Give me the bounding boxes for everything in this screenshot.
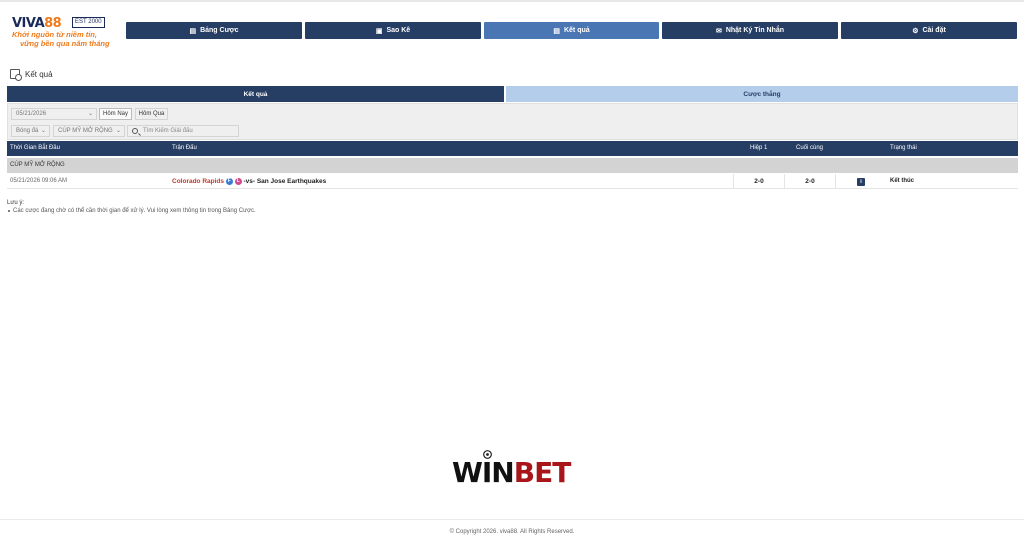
- header-match: Trận Đấu: [172, 145, 197, 151]
- gear-icon: ⚙: [912, 27, 919, 35]
- chevron-down-icon: ⌄: [115, 128, 121, 134]
- half1-score: 2-0: [754, 178, 764, 185]
- brand-logo[interactable]: VIVA88 EST 2000 Khởi nguồn từ niềm tin, …: [12, 16, 110, 56]
- footer-copyright: © Copyright 2026. viva88. All Rights Res…: [449, 529, 575, 535]
- chevron-down-icon: ⌄: [87, 111, 93, 117]
- away-team: San Jose Earthquakes: [256, 178, 327, 185]
- home-team: Colorado Rapids: [172, 178, 225, 185]
- match-status: Kết thúc: [890, 178, 914, 184]
- table-header: Thời Gian Bắt Đầu Trận Đấu Hiệp 1 Cuối c…: [7, 141, 1018, 156]
- nav-messages[interactable]: ✉ Nhật Ký Tin Nhắn: [662, 22, 838, 39]
- column-divider: [835, 174, 836, 189]
- header-status: Trạng thái: [890, 145, 917, 151]
- statement-icon: ▣: [375, 27, 383, 35]
- header-start-time: Thời Gian Bắt Đầu: [10, 145, 60, 151]
- sport-select[interactable]: Bóng đá ⌄: [11, 125, 50, 137]
- header-half1: Hiệp 1: [750, 145, 768, 151]
- filter-bar: 05/21/2026 ⌄ Hôm Nay Hôm Qua Bóng đá ⌄ C…: [7, 103, 1018, 140]
- table-row: 05/21/2026 09:06 AM Colorado Rapids F L …: [7, 174, 1018, 189]
- tab-bar: Kết quả Cược thắng: [7, 86, 1018, 102]
- match-start-time: 05/21/2026 09:06 AM: [10, 178, 68, 184]
- sponsor-logo: WINBET: [452, 450, 572, 490]
- live-badge-icon: F: [225, 177, 233, 185]
- logo-slogan-line2: vững bền qua năm tháng: [20, 39, 110, 48]
- league-search-input[interactable]: Tìm Kiếm Giải đấu: [127, 125, 239, 137]
- vs-label: -vs-: [243, 178, 256, 185]
- chevron-down-icon: ⌄: [40, 128, 46, 134]
- header: VIVA88 EST 2000 Khởi nguồn từ niềm tin, …: [0, 8, 1024, 54]
- notes-title: Lưu ý:: [7, 200, 25, 206]
- envelope-icon: ✉: [715, 27, 722, 35]
- nav-statement[interactable]: ▣ Sao Kê: [305, 22, 481, 39]
- yesterday-button[interactable]: Hôm Qua: [135, 108, 168, 120]
- note-item: Các cược đang chờ có thể cần thời gian đ…: [7, 208, 256, 214]
- final-score: 2-0: [805, 178, 815, 185]
- tab-winning-bets[interactable]: Cược thắng: [506, 86, 1018, 102]
- logo-slogan-line1: Khởi nguồn từ niềm tin,: [12, 30, 97, 39]
- info-icon[interactable]: i: [857, 178, 865, 186]
- date-select[interactable]: 05/21/2026 ⌄: [11, 108, 97, 120]
- match-teams: Colorado Rapids F L -vs- San Jose Earthq…: [172, 174, 326, 189]
- nav-settings[interactable]: ⚙ Cài đặt: [841, 22, 1017, 39]
- stats-badge-icon: L: [234, 177, 242, 185]
- header-final: Cuối cùng: [796, 145, 824, 151]
- logo-est-badge: EST 2000: [72, 17, 105, 28]
- results-page-icon: [10, 69, 22, 81]
- notes-section: Lưu ý: Các cược đang chờ có thể cần thời…: [7, 200, 256, 214]
- tab-results[interactable]: Kết quả: [7, 86, 504, 102]
- sponsor-wordmark: WINBET: [452, 456, 571, 489]
- results-icon: ▤: [553, 27, 560, 35]
- logo-wordmark: VIVA88: [12, 16, 62, 31]
- today-button[interactable]: Hôm Nay: [99, 108, 132, 120]
- top-border: [0, 0, 1024, 2]
- table-icon: ▤: [189, 27, 197, 35]
- search-icon: [132, 128, 138, 134]
- footer-divider: [0, 519, 1024, 520]
- nav-results[interactable]: ▤ Kết quả: [484, 22, 659, 39]
- league-select[interactable]: CÚP MỸ MỞ RỘNG ⌄: [53, 125, 125, 137]
- page-title: Kết quả: [10, 69, 53, 81]
- nav-bet-list[interactable]: ▤ Bảng Cược: [126, 22, 302, 39]
- league-group-row: CÚP MỸ MỞ RỘNG: [7, 158, 1018, 173]
